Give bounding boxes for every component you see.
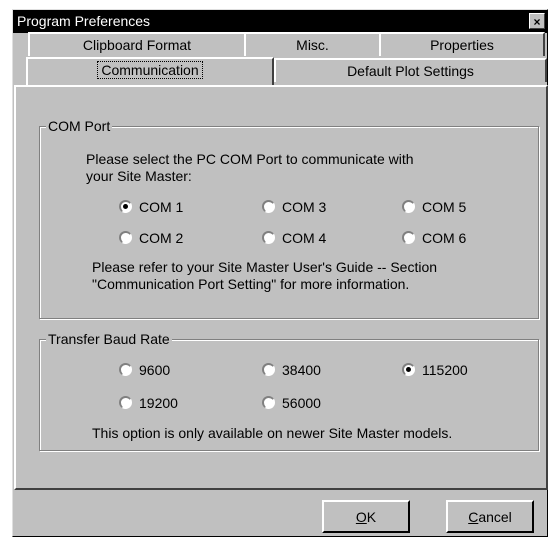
com-port-prompt: Please select the PC COM Port to communi… (86, 151, 414, 167)
com-port-note: Please refer to your Site Master User's … (92, 259, 438, 275)
radio-circle (262, 396, 275, 409)
close-icon[interactable]: × (529, 13, 545, 29)
com-port-prompt-line2: your Site Master: (86, 168, 192, 184)
radio-circle (262, 200, 275, 213)
radio-circle (262, 363, 275, 376)
com-port-note-line2: "Communication Port Setting" for more in… (92, 276, 410, 292)
tab-label: Clipboard Format (82, 37, 192, 53)
radio-label: COM 6 (422, 230, 467, 246)
cancel-button[interactable]: Cancel (446, 500, 534, 533)
communication-tab-panel: COM Port Please select the PC COM Port t… (14, 85, 548, 490)
tab-default-plot-settings[interactable]: Default Plot Settings (274, 58, 547, 82)
radio-label: 19200 (139, 395, 178, 411)
radio-circle (402, 200, 415, 213)
tab-communication[interactable]: Communication (26, 57, 274, 85)
radio-circle (402, 231, 415, 244)
radio-label: 56000 (282, 395, 321, 411)
radio-selected-dot (123, 204, 128, 209)
baud-rate-group: Transfer Baud Rate 9600 38400 115200 192… (39, 330, 539, 451)
tab-properties[interactable]: Properties (379, 32, 545, 56)
radio-circle (402, 363, 415, 376)
tab-label: Properties (430, 37, 494, 53)
radio-circle (119, 396, 132, 409)
button-label: K (366, 509, 377, 525)
tab-label: Misc. (296, 37, 329, 53)
com-port-group: COM Port Please select the PC COM Port t… (39, 117, 539, 319)
button-mnemonic: C (468, 509, 479, 525)
radio-circle (119, 363, 132, 376)
title-bar[interactable]: Program Preferences × (13, 10, 547, 33)
radio-circle (262, 231, 275, 244)
radio-label: 115200 (422, 362, 468, 378)
group-title: Transfer Baud Rate (46, 330, 172, 348)
tab-label: Default Plot Settings (347, 63, 474, 79)
radio-label: 38400 (282, 362, 321, 378)
radio-selected-dot (406, 367, 411, 372)
group-title: COM Port (46, 117, 113, 135)
radio-label: COM 5 (422, 199, 467, 215)
button-mnemonic: O (355, 509, 367, 525)
window-title: Program Preferences (17, 13, 151, 29)
radio-label: COM 3 (282, 199, 327, 215)
radio-label: COM 4 (282, 230, 327, 246)
radio-circle (119, 200, 132, 213)
tab-misc[interactable]: Misc. (244, 32, 381, 56)
radio-label: COM 1 (139, 199, 184, 215)
radio-circle (119, 231, 132, 244)
radio-label: COM 2 (139, 230, 184, 246)
ok-button[interactable]: OK (322, 500, 410, 533)
button-label: ancel (478, 509, 512, 525)
tab-label: Communication (97, 61, 203, 79)
baud-rate-note: This option is only available on newer S… (92, 425, 453, 441)
radio-label: 9600 (139, 362, 171, 378)
tab-clipboard-format[interactable]: Clipboard Format (28, 32, 246, 56)
